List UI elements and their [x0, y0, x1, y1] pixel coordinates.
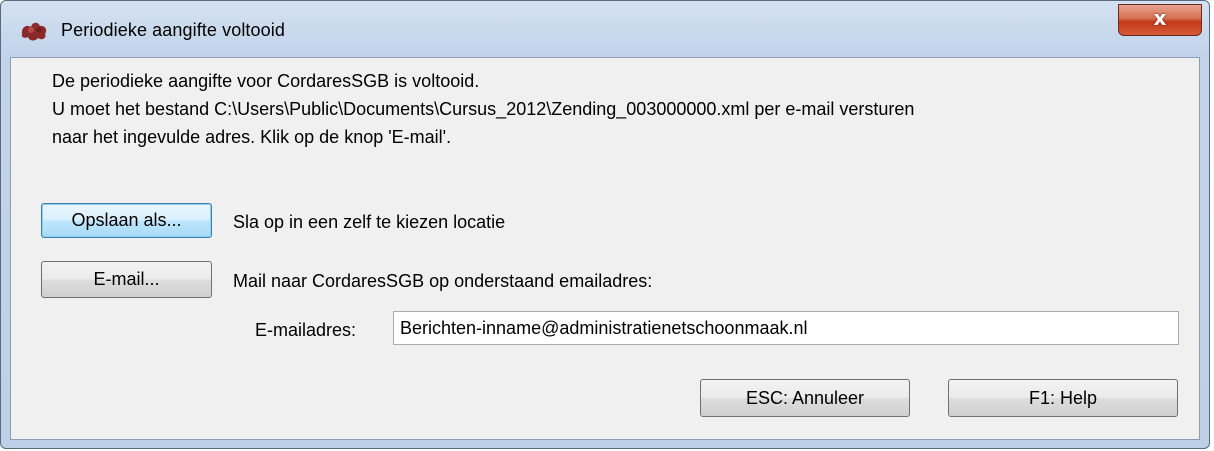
save-as-button[interactable]: Opslaan als...	[41, 203, 212, 238]
help-button[interactable]: F1: Help	[948, 379, 1178, 417]
window-title: Periodieke aangifte voltooid	[61, 20, 285, 40]
message-line-2: U moet het bestand C:\Users\Public\Docum…	[52, 99, 915, 119]
message-line-3: naar het ingevulde adres. Klik op de kno…	[52, 127, 452, 147]
close-button[interactable]: x	[1118, 4, 1202, 36]
email-button[interactable]: E-mail...	[41, 261, 212, 298]
close-icon: x	[1153, 6, 1167, 30]
message-line-1: De periodieke aangifte voor CordaresSGB …	[52, 71, 480, 91]
title-bar[interactable]: Periodieke aangifte voltooid x	[1, 1, 1209, 57]
dialog-window: Periodieke aangifte voltooid x De period…	[0, 0, 1210, 449]
cordares-logo-icon	[21, 22, 47, 41]
email-field-label: E-mailadres:	[255, 320, 357, 340]
save-description: Sla op in een zelf te kiezen locatie	[233, 212, 506, 232]
email-description: Mail naar CordaresSGB op onderstaand ema…	[233, 271, 653, 291]
cancel-button[interactable]: ESC: Annuleer	[700, 379, 910, 417]
dialog-body: De periodieke aangifte voor CordaresSGB …	[10, 57, 1200, 440]
email-field[interactable]	[393, 311, 1179, 345]
